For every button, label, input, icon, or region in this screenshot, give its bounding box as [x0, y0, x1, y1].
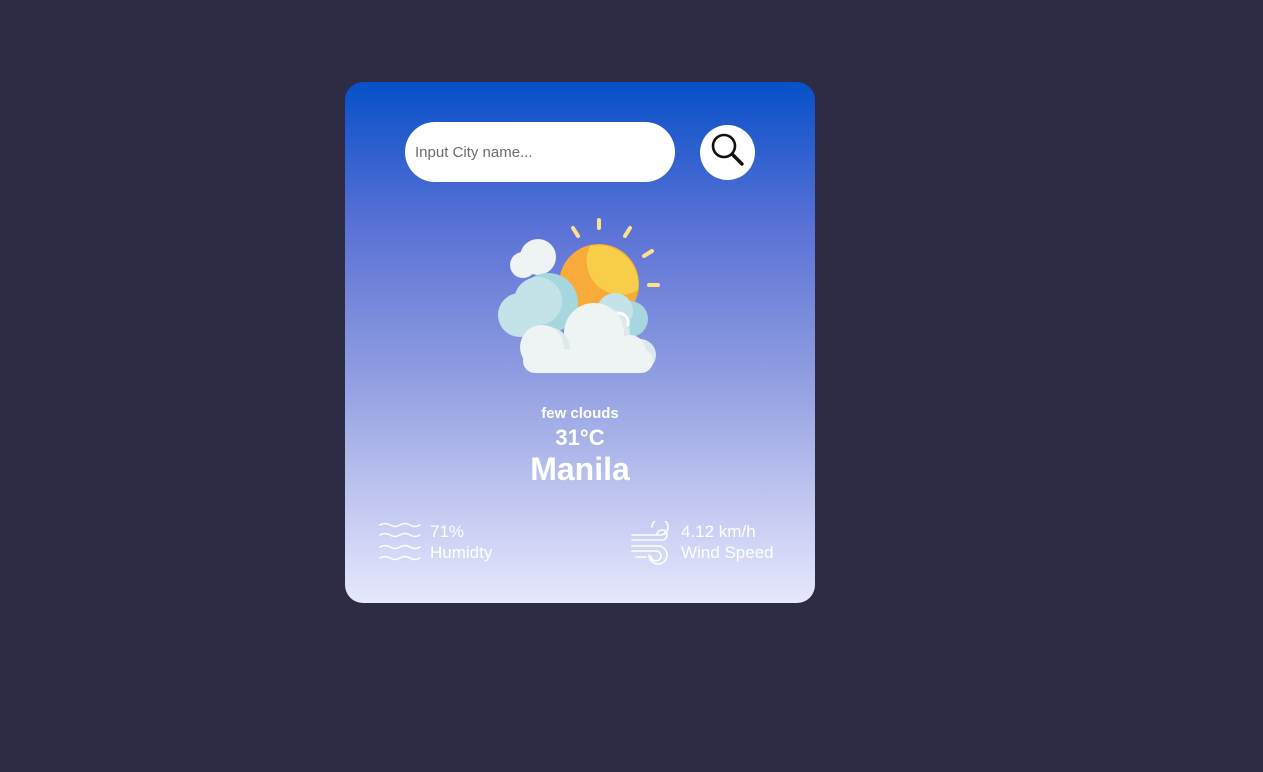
- city-search-input[interactable]: [405, 122, 675, 182]
- weather-card: few clouds 31°C Manila 71% Humidty: [345, 82, 815, 603]
- humidity-text: 71% Humidty: [430, 521, 492, 563]
- humidity-label: Humidty: [430, 543, 493, 562]
- temperature: 31°C: [555, 425, 605, 450]
- wind-label: Wind Speed: [681, 543, 774, 562]
- wind-text: 4.12 km/h Wind Speed: [681, 521, 774, 563]
- search-button[interactable]: [700, 125, 755, 180]
- sun-behind-clouds-icon: [498, 218, 660, 373]
- wind-value: 4.12 km/h: [681, 522, 756, 541]
- search-icon: [711, 133, 744, 166]
- wind-icon: [631, 521, 669, 565]
- humidity-waves-icon: [379, 522, 421, 561]
- city-name: Manila: [530, 451, 630, 487]
- humidity-value: 71%: [430, 522, 465, 541]
- weather-description: few clouds: [541, 405, 619, 422]
